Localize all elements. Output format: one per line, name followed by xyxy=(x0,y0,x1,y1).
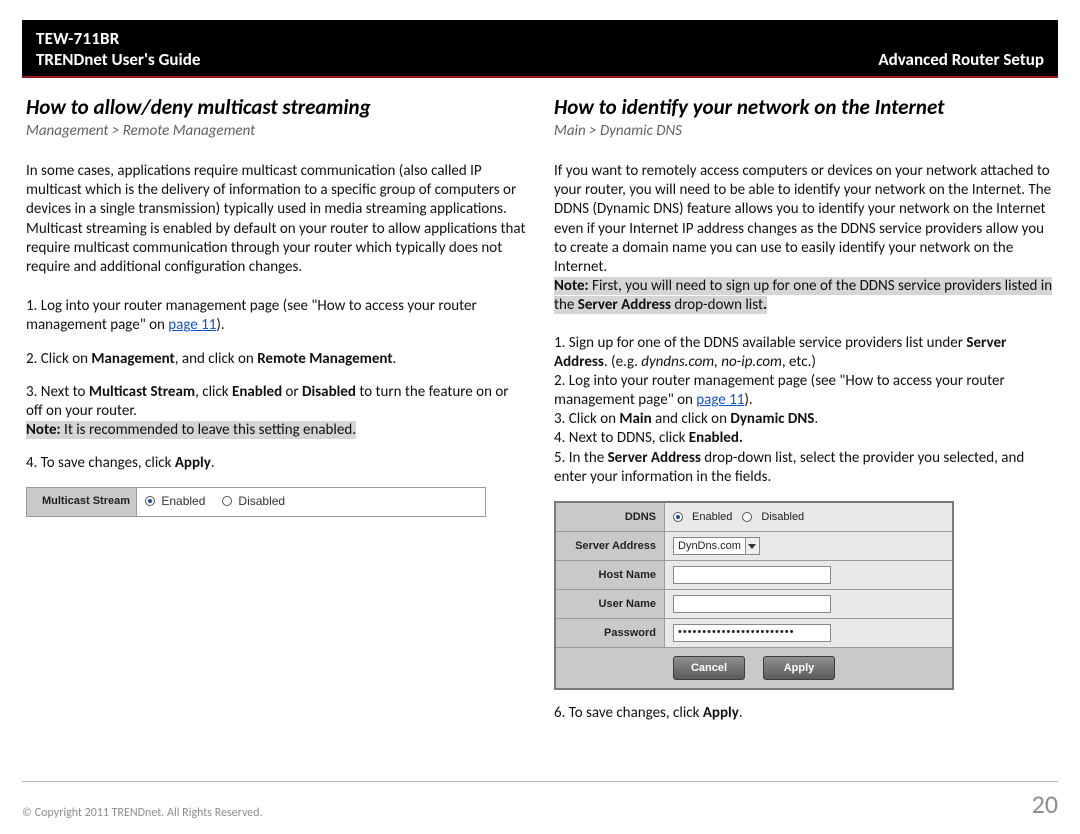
left-intro: In some cases, applications require mult… xyxy=(26,162,526,277)
user-name-input[interactable] xyxy=(673,595,831,613)
right-heading: How to identify your network on the Inte… xyxy=(554,94,1054,120)
text-bold: Apply xyxy=(703,704,739,722)
section-title: Advanced Router Setup xyxy=(878,49,1044,70)
password-input[interactable]: •••••••••••••••••••••••• xyxy=(673,624,831,642)
left-breadcrumb: Management > Remote Management xyxy=(26,122,526,140)
text-bold: Enabled xyxy=(232,383,282,401)
text: . xyxy=(814,410,818,428)
ddns-radio-disabled-icon[interactable] xyxy=(742,512,752,522)
radio-disabled-label: Disabled xyxy=(238,494,285,508)
text: and click on xyxy=(652,410,731,428)
multicast-label: Multicast Stream xyxy=(27,488,137,515)
text: . xyxy=(393,350,397,368)
left-note: Note: It is recommended to leave this se… xyxy=(26,421,356,439)
right-intro: If you want to remotely access computers… xyxy=(554,162,1054,277)
text: 4. To save changes, click xyxy=(26,454,175,472)
text: ). xyxy=(744,391,752,409)
radio-enabled-label: Enabled xyxy=(161,494,205,508)
page-number: 20 xyxy=(1032,788,1058,820)
text-bold: Enabled. xyxy=(689,429,743,447)
text: ). xyxy=(216,316,224,334)
ddns-form: DDNS Enabled Disabled Server Address D xyxy=(554,501,954,690)
left-column: How to allow/deny multicast streaming Ma… xyxy=(26,88,526,724)
text-bold: Dynamic DNS xyxy=(730,410,814,428)
server-address-select[interactable]: DynDns.com xyxy=(673,537,760,555)
text-bold: Main xyxy=(619,410,651,428)
text-bold: Server Address xyxy=(608,449,701,467)
text-bold: Remote Management xyxy=(257,350,392,368)
left-step-1: 1. Log into your router management page … xyxy=(26,297,526,335)
apply-button[interactable]: Apply xyxy=(763,656,835,680)
right-note: Note: First, you will need to sign up fo… xyxy=(554,277,1052,314)
note-text: It is recommended to leave this setting … xyxy=(61,421,356,439)
ddns-radio-enabled-icon[interactable] xyxy=(673,512,683,522)
text: , and click on xyxy=(175,350,257,368)
page-link[interactable]: page 11 xyxy=(696,391,744,409)
host-name-input[interactable] xyxy=(673,566,831,584)
right-step-5: 5. In the Server Address drop-down list,… xyxy=(554,449,1054,487)
ddns-label: DDNS xyxy=(556,503,664,531)
text: 3. Click on xyxy=(554,410,619,428)
text: 2. Click on xyxy=(26,350,91,368)
ddns-radio-disabled-label: Disabled xyxy=(761,510,804,524)
text: 1. Sign up for one of the DDNS available… xyxy=(554,334,966,352)
right-breadcrumb: Main > Dynamic DNS xyxy=(554,122,1054,140)
note-label: Note: xyxy=(554,277,589,295)
text: , click xyxy=(195,383,232,401)
note-text-bold: Server Address xyxy=(578,296,671,314)
copyright: © Copyright 2011 TRENDnet. All Rights Re… xyxy=(22,806,263,820)
radio-enabled-icon[interactable] xyxy=(145,496,155,506)
header-bar: TEW-711BR TRENDnet User's Guide Advanced… xyxy=(22,20,1058,78)
right-step-4: 4. Next to DDNS, click Enabled. xyxy=(554,429,1054,448)
text: 6. To save changes, click xyxy=(554,704,703,722)
radio-disabled-icon[interactable] xyxy=(222,496,232,506)
text: 4. Next to DDNS, click xyxy=(554,429,689,447)
user-name-label: User Name xyxy=(556,590,664,618)
right-step-2: 2. Log into your router management page … xyxy=(554,372,1054,410)
text: . xyxy=(211,454,215,472)
guide-title: TRENDnet User's Guide xyxy=(36,49,200,70)
server-address-label: Server Address xyxy=(556,532,664,560)
text-bold: Apply xyxy=(175,454,211,472)
note-text-bold: . xyxy=(763,296,767,314)
text: . xyxy=(739,704,743,722)
text: . (e.g. xyxy=(604,353,641,371)
product-model: TEW-711BR xyxy=(36,28,200,49)
left-heading: How to allow/deny multicast streaming xyxy=(26,94,526,120)
footer: © Copyright 2011 TRENDnet. All Rights Re… xyxy=(22,781,1058,820)
text: or xyxy=(282,383,302,401)
right-step-1: 1. Sign up for one of the DDNS available… xyxy=(554,334,1054,372)
text-italic: dyndns.com, no-ip.com xyxy=(641,353,782,371)
right-step-3: 3. Click on Main and click on Dynamic DN… xyxy=(554,410,1054,429)
text: 1. Log into your router management page … xyxy=(26,297,477,334)
left-step-2: 2. Click on Management, and click on Rem… xyxy=(26,350,526,369)
cancel-button[interactable]: Cancel xyxy=(673,656,745,680)
host-name-label: Host Name xyxy=(556,561,664,589)
left-step-4: 4. To save changes, click Apply. xyxy=(26,454,526,473)
password-label: Password xyxy=(556,619,664,647)
text: 3. Next to xyxy=(26,383,89,401)
page-link[interactable]: page 11 xyxy=(168,316,216,334)
multicast-form: Multicast Stream Enabled Disabled xyxy=(26,487,486,516)
chevron-down-icon xyxy=(745,538,759,554)
text: 5. In the xyxy=(554,449,608,467)
text: 2. Log into your router management page … xyxy=(554,372,1005,409)
note-label: Note: xyxy=(26,421,61,439)
left-step-3: 3. Next to Multicast Stream, click Enabl… xyxy=(26,383,526,441)
select-value: DynDns.com xyxy=(674,539,745,553)
ddns-radio-enabled-label: Enabled xyxy=(692,510,732,524)
right-step-6: 6. To save changes, click Apply. xyxy=(554,704,1054,723)
text-bold: Disabled xyxy=(302,383,356,401)
text-bold: Multicast Stream xyxy=(89,383,195,401)
text: , etc.) xyxy=(782,353,816,371)
text-bold: Management xyxy=(91,350,174,368)
note-text: drop-down list xyxy=(671,296,763,314)
right-column: How to identify your network on the Inte… xyxy=(554,88,1054,724)
